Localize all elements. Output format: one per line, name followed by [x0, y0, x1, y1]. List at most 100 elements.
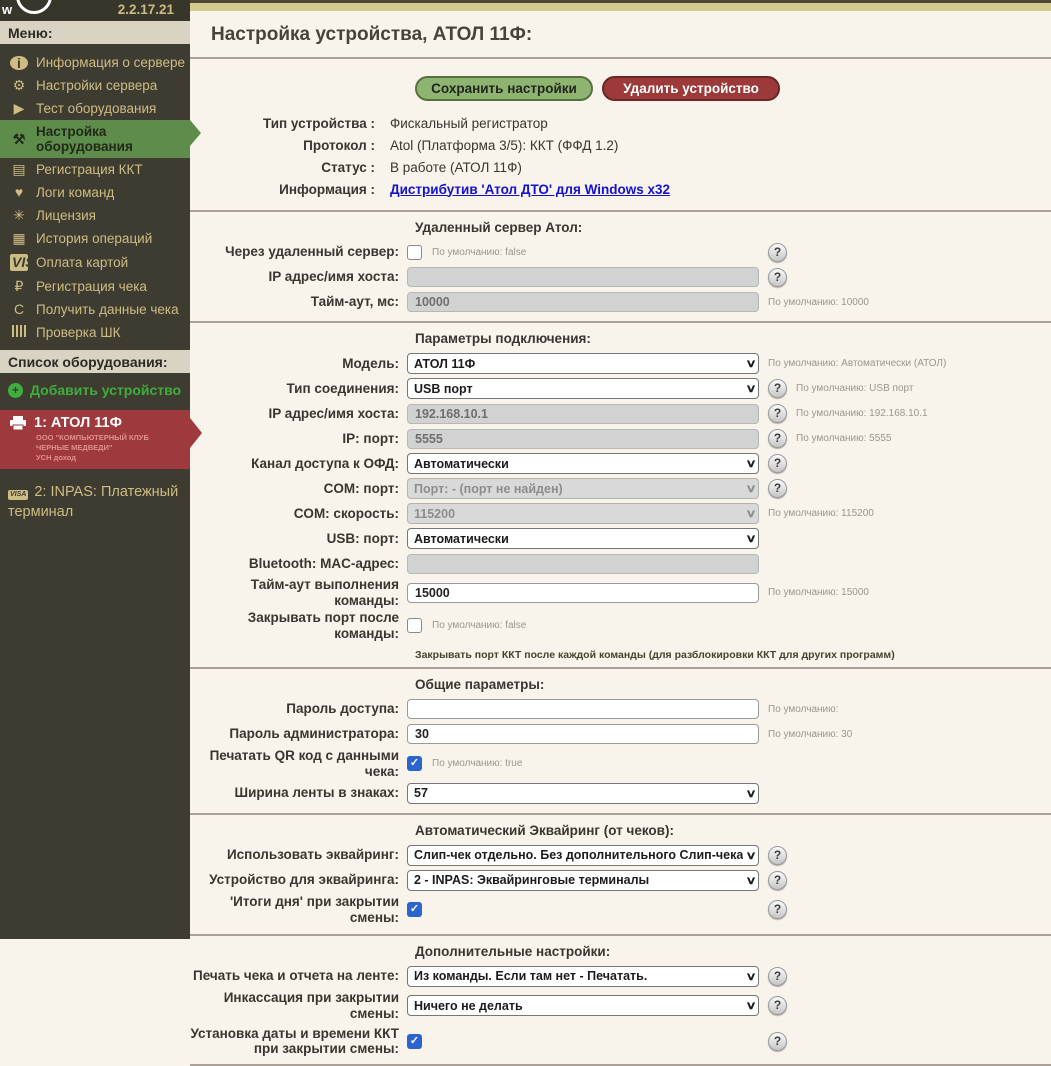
usb-port-select[interactable]: Автоматически∨	[407, 528, 759, 549]
sidebar-item-kkt-registration[interactable]: ▤ Регистрация ККТ	[0, 158, 190, 181]
sidebar-item-label: Лицензия	[36, 208, 96, 223]
command-timeout-input[interactable]	[407, 583, 759, 603]
app-version: 2.2.17.21	[118, 2, 174, 17]
form-row-cash-collection: Инкассация при закрытии смены: Ничего не…	[190, 990, 1051, 1021]
set-datetime-checkbox[interactable]: ✓	[407, 1034, 422, 1049]
connection-type-select[interactable]: USB порт∨	[407, 378, 759, 399]
info-row-protocol: Протокол :Atol (Платформа 3/5): ККТ (ФФД…	[190, 134, 1051, 156]
main-content: Настройка устройства, АТОЛ 11Ф: Сохранит…	[190, 0, 1051, 939]
form-row-via-remote: Через удаленный сервер: По умолчанию: fa…	[190, 241, 1051, 263]
form-row-print-receipt: Печать чека и отчета на ленте: Из команд…	[190, 965, 1051, 987]
help-button[interactable]: ?	[768, 900, 787, 919]
chevron-down-icon: ∨	[745, 787, 756, 800]
form-row-acquiring-device: Устройство для эквайринга: 2 - INPAS: Эк…	[190, 869, 1051, 891]
help-button[interactable]: ?	[768, 404, 787, 423]
model-select[interactable]: АТОЛ 11Ф∨	[407, 353, 759, 374]
tape-width-select[interactable]: 57∨	[407, 783, 759, 804]
sidebar-item-barcode-check[interactable]: Проверка ШК	[0, 321, 190, 344]
top-bar	[190, 0, 1051, 11]
barcode-icon	[12, 325, 27, 337]
sidebar-item-label: Логи команд	[36, 185, 114, 200]
form-row-remote-timeout: Тайм-аут, мс: По умолчанию: 10000	[190, 291, 1051, 313]
devices-header: Список оборудования:	[0, 350, 190, 373]
delete-device-button[interactable]: Удалить устройство	[602, 76, 780, 101]
access-password-input[interactable]	[407, 699, 759, 719]
divider	[190, 813, 1051, 815]
refresh-icon: C	[10, 302, 28, 317]
ip-host-input[interactable]	[407, 404, 759, 424]
chevron-down-icon: ∨	[745, 999, 756, 1012]
close-port-checkbox[interactable]	[407, 618, 422, 633]
save-settings-button[interactable]: Сохранить настройки	[415, 76, 593, 101]
via-remote-checkbox[interactable]	[407, 245, 422, 260]
info-row-information: Информация : Дистрибутив 'Атол ДТО' для …	[190, 178, 1051, 200]
license-icon: ✳	[10, 208, 28, 223]
info-row-type: Тип устройства :Фискальный регистратор	[190, 112, 1051, 134]
section-title-connection: Параметры подключения:	[415, 331, 1051, 346]
sidebar-item-card-payment[interactable]: VISA Оплата картой	[0, 250, 190, 275]
help-button[interactable]: ?	[768, 243, 787, 262]
sidebar-item-server-settings[interactable]: ⚙ Настройки сервера	[0, 74, 190, 97]
chevron-down-icon: ∨	[745, 382, 756, 395]
sidebar: w 2.2.17.21 Меню: i Информация о сервере…	[0, 0, 190, 939]
form-row-model: Модель: АТОЛ 11Ф∨ По умолчанию: Автомати…	[190, 352, 1051, 375]
device-item-atol-11f[interactable]: 1: АТОЛ 11Ф ООО "КОМПЬЮТЕРНЫЙ КЛУБ ЧЕРНЫ…	[0, 410, 190, 469]
use-acquiring-select[interactable]: Слип-чек отдельно. Без дополнительного С…	[407, 845, 759, 866]
sidebar-item-get-receipt-data[interactable]: C Получить данные чека	[0, 298, 190, 321]
ofd-channel-select[interactable]: Автоматически∨	[407, 453, 759, 474]
sidebar-item-license[interactable]: ✳ Лицензия	[0, 204, 190, 227]
form-row-access-password: Пароль доступа: По умолчанию:	[190, 698, 1051, 720]
sidebar-item-server-info[interactable]: i Информация о сервере	[0, 51, 190, 74]
gears-icon: ⚙	[10, 78, 28, 93]
help-button[interactable]: ?	[768, 871, 787, 890]
ip-port-input[interactable]	[407, 429, 759, 449]
form-row-ip-host: IP адрес/имя хоста: ? По умолчанию: 192.…	[190, 402, 1051, 425]
sidebar-item-receipt-registration[interactable]: ₽ Регистрация чека	[0, 275, 190, 298]
help-button[interactable]: ?	[768, 479, 787, 498]
bluetooth-mac-input[interactable]	[407, 554, 759, 574]
com-port-select[interactable]: Порт: - (порт не найден)∨	[407, 478, 759, 499]
distributive-link[interactable]: Дистрибутив 'Атол ДТО' для Windows x32	[390, 182, 670, 197]
cash-collection-select[interactable]: Ничего не делать∨	[407, 995, 759, 1016]
help-button[interactable]: ?	[768, 268, 787, 287]
help-button[interactable]: ?	[768, 996, 787, 1015]
remote-host-input[interactable]	[407, 267, 759, 287]
sidebar-item-label: Регистрация ККТ	[36, 162, 143, 177]
form-row-day-totals: 'Итоги дня' при закрытии смены: ✓ ?	[190, 894, 1051, 925]
help-button[interactable]: ?	[768, 1032, 787, 1051]
sidebar-item-hardware-test[interactable]: ▶ Тест оборудования	[0, 97, 190, 120]
sidebar-item-operation-history[interactable]: ▦ История операций	[0, 227, 190, 250]
form-row-command-timeout: Тайм-аут выполнения команды: По умолчани…	[190, 577, 1051, 608]
com-speed-select[interactable]: 115200∨	[407, 503, 759, 524]
chevron-down-icon: ∨	[745, 874, 756, 887]
sidebar-item-hardware-setup[interactable]: ⚒ Настройка оборудования	[0, 120, 190, 158]
admin-password-input[interactable]	[407, 724, 759, 744]
chevron-down-icon: ∨	[745, 507, 756, 520]
device-item-inpas[interactable]: VISA2: INPAS: Платежный терминал	[0, 469, 190, 528]
add-device-button[interactable]: + Добавить устройство	[0, 373, 190, 406]
sidebar-item-command-logs[interactable]: ♥ Логи команд	[0, 181, 190, 204]
section-title-remote-server: Удаленный сервер Атол:	[415, 220, 1051, 235]
sidebar-item-label: Регистрация чека	[36, 279, 147, 294]
help-button[interactable]: ?	[768, 429, 787, 448]
help-button[interactable]: ?	[768, 454, 787, 473]
logo-area: w 2.2.17.21	[0, 0, 190, 21]
printer-icon	[10, 416, 26, 430]
print-qr-checkbox[interactable]: ✓	[407, 756, 422, 771]
help-button[interactable]: ?	[768, 379, 787, 398]
form-row-print-qr: Печатать QR код с данными чека: ✓ По умо…	[190, 748, 1051, 779]
print-receipt-select[interactable]: Из команды. Если там нет - Печатать.∨	[407, 966, 759, 987]
logo-icon: w	[2, 2, 12, 17]
device-title: 2: INPAS: Платежный терминал	[8, 484, 178, 520]
form-row-com-port: COM: порт: Порт: - (порт не найден)∨ ?	[190, 477, 1051, 500]
acquiring-device-select[interactable]: 2 - INPAS: Эквайринговые терминалы∨	[407, 870, 759, 891]
help-button[interactable]: ?	[768, 846, 787, 865]
section-title-additional: Дополнительные настройки:	[415, 944, 1051, 959]
help-button[interactable]: ?	[768, 967, 787, 986]
day-totals-checkbox[interactable]: ✓	[407, 902, 422, 917]
chevron-down-icon: ∨	[745, 849, 756, 862]
chevron-down-icon: ∨	[745, 970, 756, 983]
divider	[190, 667, 1051, 669]
remote-timeout-input[interactable]	[407, 292, 759, 312]
visa-icon: VISA	[8, 490, 28, 500]
